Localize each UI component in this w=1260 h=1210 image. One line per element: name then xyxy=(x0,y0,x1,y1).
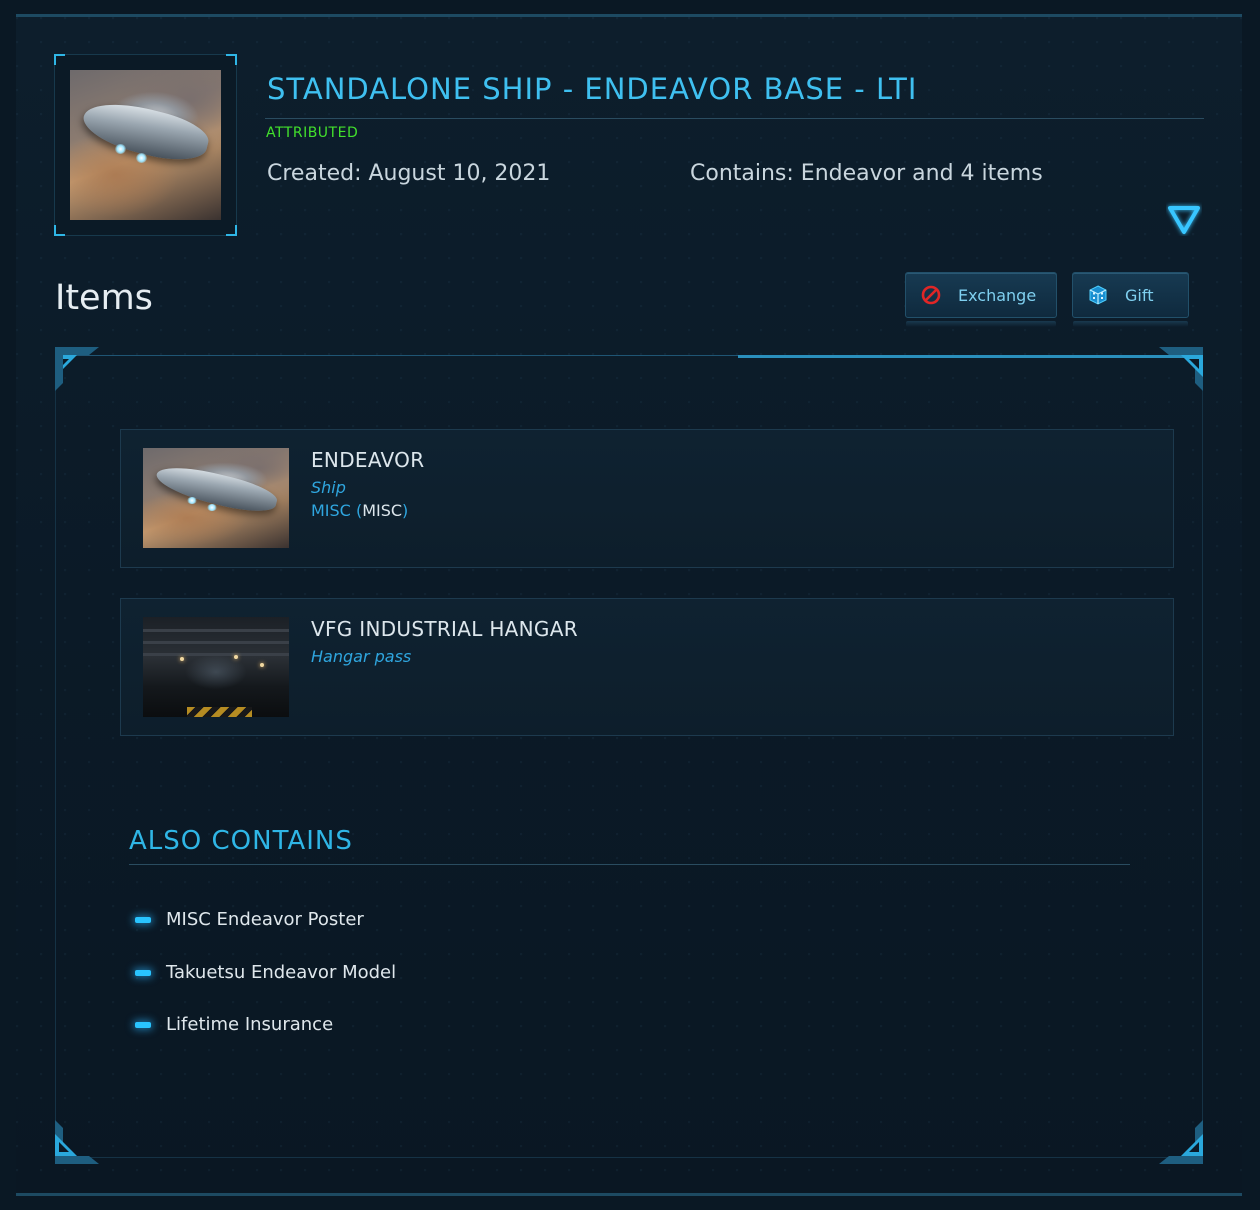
created-date: Created: August 10, 2021 xyxy=(267,161,551,186)
items-panel-accent xyxy=(738,355,1203,358)
endeavor-ship-image xyxy=(143,448,289,548)
list-item: Takuetsu Endeavor Model xyxy=(135,962,396,983)
frame-corner xyxy=(54,225,65,236)
title-divider xyxy=(265,118,1204,119)
frame-corner xyxy=(54,54,65,65)
pledge-thumbnail-image xyxy=(70,70,221,220)
panel-corner-top-right xyxy=(1159,347,1203,391)
frame-corner xyxy=(226,225,237,236)
exchange-button-label: Exchange xyxy=(958,285,1037,305)
pledge-title: STANDALONE SHIP - ENDEAVOR BASE - LTI xyxy=(267,72,918,106)
gift-button-label: Gift xyxy=(1125,285,1154,305)
also-contains-heading: ALSO CONTAINS xyxy=(129,826,353,856)
list-item: MISC Endeavor Poster xyxy=(135,909,364,930)
gift-box-icon xyxy=(1087,284,1109,306)
item-name: ENDEAVOR xyxy=(311,448,425,472)
item-type: Ship xyxy=(311,478,346,497)
items-heading: Items xyxy=(55,278,153,318)
no-entry-icon xyxy=(920,284,942,306)
exchange-button[interactable]: Exchange xyxy=(905,272,1057,327)
panel-corner-bottom-right xyxy=(1159,1120,1203,1164)
status-badge: ATTRIBUTED xyxy=(266,125,359,141)
pledge-thumbnail-frame xyxy=(54,54,237,236)
industrial-hangar-image xyxy=(143,617,289,717)
list-item: Lifetime Insurance xyxy=(135,1014,333,1035)
panel-corner-bottom-left xyxy=(55,1120,99,1164)
item-manufacturer: MISC (MISC) xyxy=(311,501,409,520)
bullet-icon xyxy=(135,916,151,923)
manufacturer-code: MISC xyxy=(362,501,403,520)
also-contains-entry: MISC Endeavor Poster xyxy=(166,909,364,930)
also-contains-entry: Takuetsu Endeavor Model xyxy=(166,962,397,983)
manufacturer-name: MISC xyxy=(311,501,351,520)
also-contains-entry: Lifetime Insurance xyxy=(166,1014,334,1035)
item-type: Hangar pass xyxy=(311,647,412,666)
panel-corner-top-left xyxy=(55,347,99,391)
also-contains-divider xyxy=(129,864,1130,865)
frame-corner xyxy=(226,54,237,65)
contains-summary: Contains: Endeavor and 4 items xyxy=(690,161,1043,186)
item-card-hangar[interactable]: VFG INDUSTRIAL HANGAR Hangar pass xyxy=(120,598,1174,736)
bullet-icon xyxy=(135,969,151,976)
item-card-endeavor[interactable]: ENDEAVOR Ship MISC (MISC) xyxy=(120,429,1174,568)
bullet-icon xyxy=(135,1021,151,1028)
chevron-down-icon[interactable] xyxy=(1166,202,1202,236)
gift-button[interactable]: Gift xyxy=(1072,272,1189,327)
item-name: VFG INDUSTRIAL HANGAR xyxy=(311,617,578,641)
